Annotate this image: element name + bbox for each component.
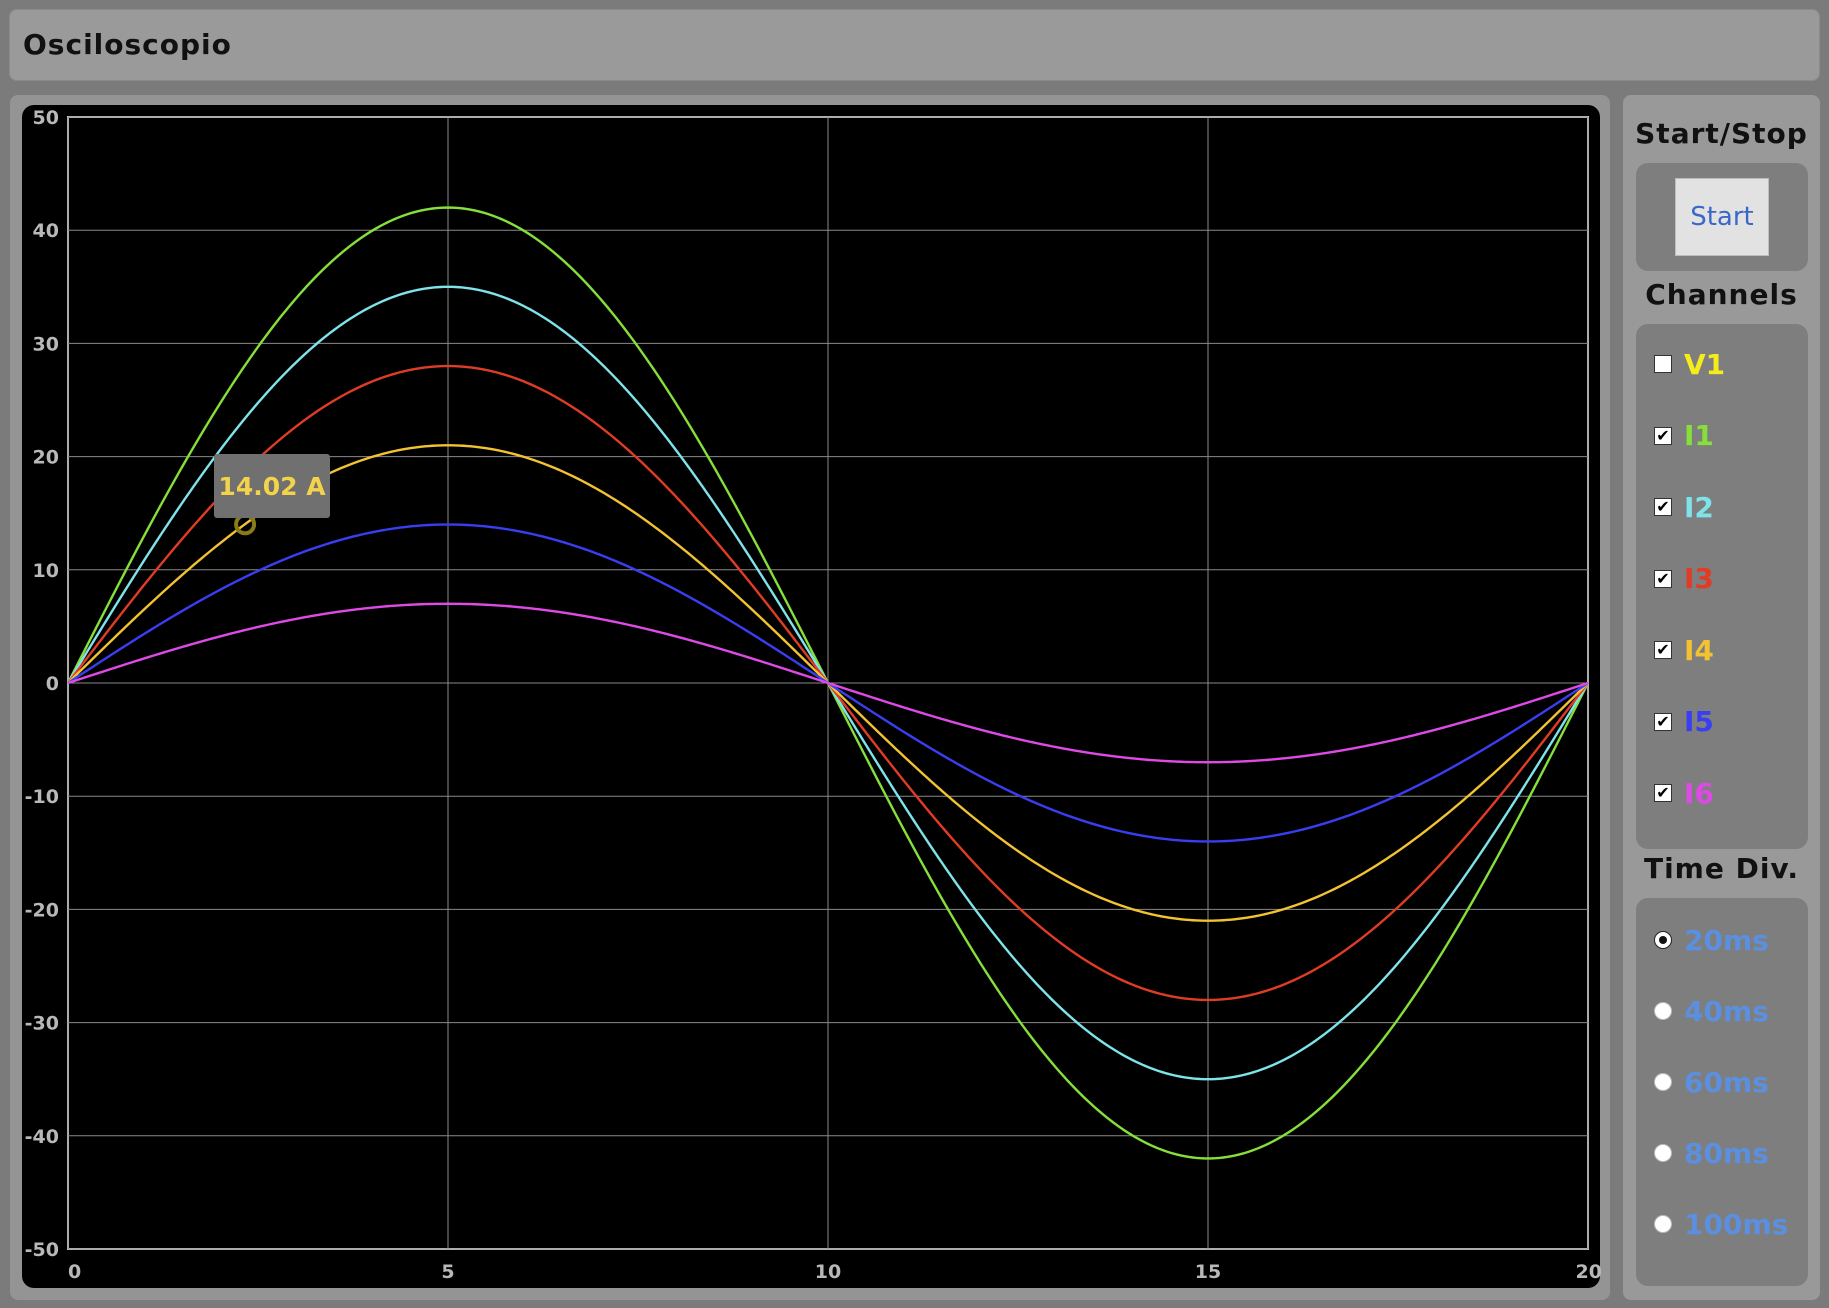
- time-div-radio[interactable]: [1654, 1215, 1672, 1233]
- value-tooltip: 14.02 A: [214, 454, 330, 518]
- x-tick-label: 0: [68, 1261, 81, 1283]
- channel-checkbox[interactable]: ✔: [1654, 641, 1672, 659]
- channel-checkbox[interactable]: [1654, 355, 1672, 373]
- y-tick-label: -50: [25, 1239, 59, 1261]
- time-div-label: 60ms: [1684, 1065, 1769, 1099]
- channel-i4[interactable]: ✔ I4: [1636, 630, 1808, 670]
- y-tick-label: 50: [33, 107, 59, 129]
- channel-i6[interactable]: ✔ I6: [1636, 773, 1808, 813]
- y-tick-label: -10: [25, 786, 59, 808]
- y-tick-label: -20: [25, 899, 59, 921]
- start-stop-box: Start: [1636, 163, 1808, 271]
- time-div-title: Time Div.: [1643, 852, 1800, 885]
- channels-box: V1 ✔ I1 ✔ I2 ✔ I3 ✔ I4 ✔ I5 ✔ I6: [1636, 324, 1808, 849]
- time-div-radio[interactable]: [1654, 931, 1672, 949]
- time-div-radio[interactable]: [1654, 1144, 1672, 1162]
- time-div-radio[interactable]: [1654, 1002, 1672, 1020]
- time-div-label: 40ms: [1684, 994, 1769, 1028]
- x-tick-label: 20: [1576, 1261, 1602, 1283]
- y-tick-label: 30: [33, 333, 59, 355]
- y-tick-label: -30: [25, 1013, 59, 1035]
- channel-label: I6: [1684, 776, 1714, 810]
- time-div-option-20ms[interactable]: 20ms: [1636, 920, 1808, 960]
- y-tick-label: 10: [33, 560, 59, 582]
- channel-label: I2: [1684, 490, 1714, 524]
- channels-title: Channels: [1645, 278, 1798, 311]
- x-tick-label: 15: [1195, 1261, 1221, 1283]
- start-stop-title: Start/Stop: [1635, 117, 1808, 150]
- channel-checkbox[interactable]: ✔: [1654, 784, 1672, 802]
- time-div-label: 20ms: [1684, 923, 1769, 957]
- time-div-box: 20ms 40ms 60ms 80ms 100ms: [1636, 898, 1808, 1286]
- channel-label: I4: [1684, 633, 1714, 667]
- channel-i2[interactable]: ✔ I2: [1636, 487, 1808, 527]
- time-div-option-100ms[interactable]: 100ms: [1636, 1204, 1808, 1244]
- channel-checkbox[interactable]: ✔: [1654, 426, 1672, 445]
- x-tick-label: 5: [441, 1261, 454, 1283]
- time-div-radio[interactable]: [1654, 1073, 1672, 1091]
- time-div-option-60ms[interactable]: 60ms: [1636, 1062, 1808, 1102]
- channel-label: I5: [1684, 705, 1714, 738]
- channel-i1[interactable]: ✔ I1: [1636, 416, 1808, 456]
- oscilloscope-chart[interactable]: 50 40 30 20 10 0 -10 -20 -30 -40 -50 0 5 10 15 20: [0, 0, 1829, 1308]
- channel-i5[interactable]: ✔ I5: [1636, 702, 1808, 742]
- y-tick-label: 20: [33, 447, 59, 469]
- y-tick-label: -40: [25, 1126, 59, 1148]
- channel-label: I3: [1684, 562, 1714, 595]
- time-div-option-40ms[interactable]: 40ms: [1636, 991, 1808, 1031]
- chart-tick-labels: 50 40 30 20 10 0 -10 -20 -30 -40 -50 0 5 10 15 20: [25, 107, 1602, 1283]
- time-div-label: 100ms: [1684, 1207, 1789, 1241]
- channel-checkbox[interactable]: ✔: [1654, 569, 1672, 588]
- y-tick-label: 0: [46, 673, 59, 695]
- time-div-option-80ms[interactable]: 80ms: [1636, 1133, 1808, 1173]
- channel-label: I1: [1684, 419, 1714, 452]
- channel-checkbox[interactable]: ✔: [1654, 498, 1672, 516]
- channel-checkbox[interactable]: ✔: [1654, 712, 1672, 731]
- time-div-label: 80ms: [1684, 1136, 1769, 1170]
- y-tick-label: 40: [33, 220, 59, 242]
- start-button[interactable]: Start: [1675, 178, 1769, 256]
- channel-v1[interactable]: V1: [1636, 344, 1808, 384]
- channel-i3[interactable]: ✔ I3: [1636, 559, 1808, 599]
- x-tick-label: 10: [815, 1261, 841, 1283]
- channel-label: V1: [1684, 347, 1726, 381]
- control-panel: Start/Stop Start Channels V1 ✔ I1 ✔ I2 ✔ I3 ✔ I4…: [1623, 95, 1820, 1300]
